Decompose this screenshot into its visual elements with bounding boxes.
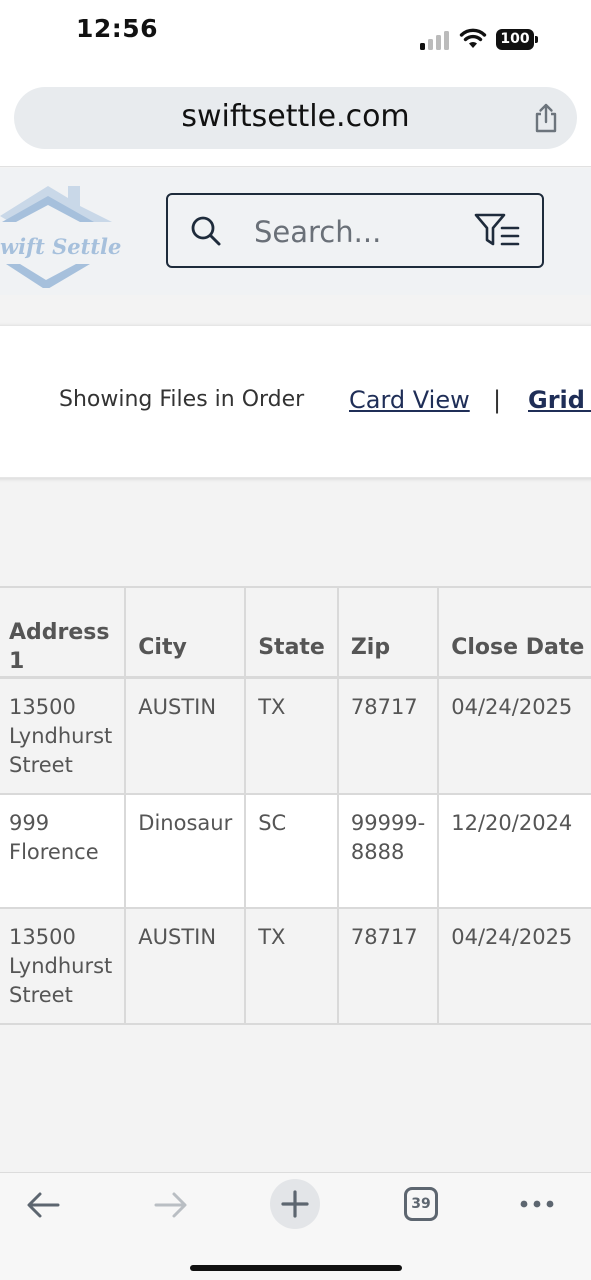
- column-header-city[interactable]: City: [124, 586, 247, 679]
- address-cell: 13500 Lyndhurst Street: [0, 906, 127, 1025]
- table-row[interactable]: 999 Florence Dinosaur SC 99999- 8888 12/…: [0, 792, 591, 909]
- city-cell: AUSTIN: [124, 906, 247, 1025]
- more-icon[interactable]: [518, 1193, 558, 1215]
- column-header-zip[interactable]: Zip: [336, 586, 440, 679]
- address-line: Lyndhurst: [9, 953, 113, 978]
- city-cell: AUSTIN: [124, 676, 247, 795]
- share-icon[interactable]: [533, 103, 559, 133]
- zip-line: 78717: [350, 924, 418, 949]
- state-cell: TX: [244, 676, 339, 795]
- close-date-cell: 04/24/2025: [437, 676, 591, 795]
- address-line: Florence: [9, 839, 99, 864]
- tabs-icon[interactable]: 39: [404, 1187, 438, 1221]
- address-cell: 13500 Lyndhurst Street: [0, 676, 127, 795]
- home-indicator: [190, 1265, 402, 1271]
- zip-line: 8888: [350, 839, 405, 864]
- close-date-cell: 12/20/2024: [437, 792, 591, 909]
- browser-top-bar: swiftsettle.com: [0, 70, 591, 167]
- address-line: 999: [9, 810, 50, 835]
- zip-line: 99999-: [350, 810, 426, 835]
- address-line: Street: [9, 982, 73, 1007]
- showing-files-label: Showing Files in Order: [59, 387, 305, 412]
- table-row[interactable]: 13500 Lyndhurst Street AUSTIN TX 78717 0…: [0, 676, 591, 795]
- files-table: Address 1 City State Zip Close Date 1350…: [0, 586, 591, 1025]
- view-options-panel: Showing Files in Order Card View | Grid …: [0, 325, 591, 478]
- address-line: Street: [9, 753, 73, 777]
- battery-level: 100: [496, 29, 534, 50]
- card-view-link[interactable]: Card View: [349, 386, 470, 414]
- close-date-cell: 04/24/2025: [437, 906, 591, 1025]
- address-line: Lyndhurst: [9, 724, 113, 748]
- zip-line: 78717: [350, 695, 418, 719]
- signal-icon: [420, 30, 450, 50]
- state-cell: TX: [244, 906, 339, 1025]
- view-separator: |: [493, 386, 502, 414]
- logo-text: wift Settle: [0, 234, 122, 259]
- address-line: 13500: [9, 924, 76, 949]
- table-row[interactable]: 13500 Lyndhurst Street AUSTIN TX 78717 0…: [0, 906, 591, 1025]
- browser-bottom-toolbar: 39: [0, 1172, 591, 1280]
- zip-cell: 78717: [336, 676, 440, 795]
- filter-icon[interactable]: [474, 212, 522, 248]
- state-cell: SC: [244, 792, 339, 909]
- wifi-icon: [459, 28, 487, 48]
- site-header: wift Settle Search...: [0, 168, 591, 295]
- house-logo-icon: [0, 186, 112, 290]
- grid-view-link[interactable]: Grid V: [528, 386, 591, 414]
- address-line: 13500: [9, 695, 76, 719]
- status-bar: 12:56 100: [0, 0, 591, 70]
- url-text[interactable]: swiftsettle.com: [14, 99, 577, 134]
- address-cell: 999 Florence: [0, 792, 127, 909]
- zip-cell: 99999- 8888: [336, 792, 440, 909]
- address-bar[interactable]: swiftsettle.com: [14, 87, 577, 149]
- search-icon[interactable]: [190, 215, 222, 247]
- plus-icon: [281, 1190, 309, 1218]
- new-tab-button[interactable]: [270, 1179, 320, 1229]
- site-logo[interactable]: wift Settle: [0, 178, 130, 290]
- column-header-state[interactable]: State: [244, 586, 339, 679]
- battery-icon: 100: [496, 29, 538, 50]
- forward-arrow-icon[interactable]: [150, 1185, 190, 1225]
- back-arrow-icon[interactable]: [24, 1185, 64, 1225]
- status-time: 12:56: [76, 14, 159, 43]
- search-bar[interactable]: Search...: [166, 193, 544, 268]
- column-header-close-date[interactable]: Close Date: [437, 586, 591, 679]
- zip-cell: 78717: [336, 906, 440, 1025]
- column-header-address[interactable]: Address 1: [0, 586, 127, 679]
- search-input[interactable]: Search...: [254, 215, 381, 249]
- city-cell: Dinosaur: [124, 792, 247, 909]
- table-header-row: Address 1 City State Zip Close Date: [0, 586, 591, 679]
